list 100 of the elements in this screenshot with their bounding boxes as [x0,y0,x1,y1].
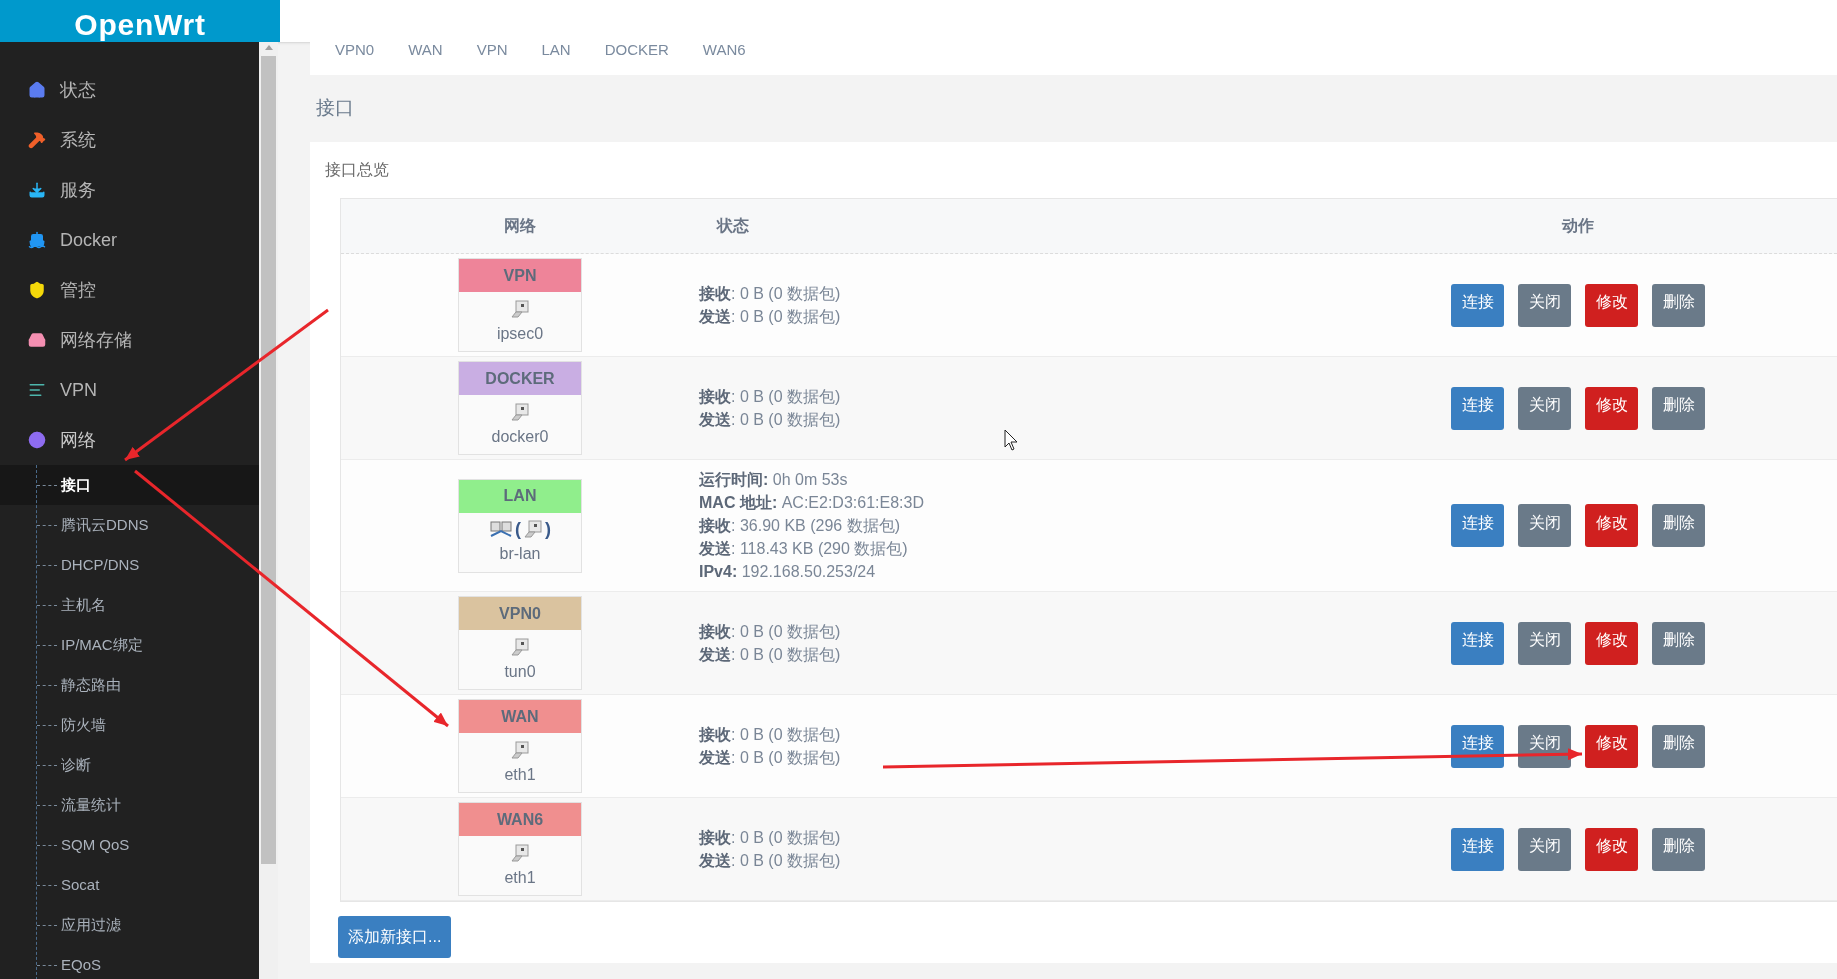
action-button[interactable]: 修改 [1585,386,1638,430]
status-line: 发送: 0 B (0 数据包) [699,748,841,768]
add-interface-button[interactable]: 添加新接口... [338,916,452,958]
tab[interactable]: DOCKER [604,42,669,58]
status-line: IPv4: 192.168.50.253/24 [699,562,876,582]
action-button[interactable]: 删除 [1652,724,1705,768]
action-button[interactable]: 关闭 [1518,827,1571,871]
shield-icon [28,281,46,299]
action-button[interactable]: 连接 [1451,504,1504,547]
sidebar-item[interactable]: 服务 [0,165,259,215]
action-button[interactable]: 修改 [1585,283,1638,327]
tab[interactable]: WAN6 [702,42,746,58]
download-icon [28,181,46,199]
scroll-up-icon[interactable] [263,44,274,50]
status-line: 接收: 0 B (0 数据包) [699,284,841,304]
bracket: ( [515,517,521,541]
list-icon [28,381,46,399]
action-button[interactable]: 删除 [1652,283,1705,327]
sidebar-subitem[interactable]: Socat [0,865,259,905]
sidebar-subitem[interactable]: 应用过滤 [0,905,259,945]
status-line: 接收: 0 B (0 数据包) [699,725,841,745]
column-header: 动作 [1562,216,1594,236]
action-button[interactable]: 关闭 [1518,386,1571,430]
status-line: MAC 地址: AC:E2:D3:61:E8:3D [699,493,924,513]
sidebar-subitem[interactable]: 流量统计 [0,785,259,825]
sidebar-subitem[interactable]: 诊断 [0,745,259,785]
action-button[interactable]: 删除 [1652,621,1705,665]
card-title: 接口总览 [325,160,389,180]
bracket: ) [545,517,551,541]
cursor-icon [1004,429,1018,451]
sidebar-item[interactable]: 网络存储 [0,315,259,365]
sidebar-subitem[interactable]: 主机名 [0,585,259,625]
sidebar-subitem[interactable]: DHCP/DNS [0,545,259,585]
tab[interactable]: LAN [541,42,571,58]
sidebar-subitem[interactable]: EQoS [0,945,259,979]
device-name: tun0 [504,661,536,682]
interface-label: WAN [459,700,581,733]
hammer-icon [28,131,46,149]
sidebar-subitem[interactable]: 接口 [0,465,259,505]
action-button[interactable]: 关闭 [1518,621,1571,665]
sidebar-subitem[interactable]: 腾讯云DDNS [0,505,259,545]
home-icon [28,81,46,99]
action-button[interactable]: 连接 [1451,283,1504,327]
sidebar-item[interactable]: VPN [0,365,259,415]
tab[interactable]: VPN0 [335,42,375,58]
sidebar-item[interactable]: 系统 [0,115,259,165]
sidebar-subitem[interactable]: 静态路由 [0,665,259,705]
scrollbar-thumb[interactable] [261,56,276,864]
action-button[interactable]: 连接 [1451,724,1504,768]
ship-icon [28,231,46,249]
interface-label: LAN [459,479,581,513]
tab[interactable]: WAN [408,42,443,58]
action-button[interactable]: 修改 [1585,724,1638,768]
sidebar-subitem[interactable]: IP/MAC绑定 [0,625,259,665]
tab[interactable]: VPN [476,42,508,58]
network-port-icon [510,739,530,760]
action-button[interactable]: 修改 [1585,621,1638,665]
sidebar-item[interactable]: 管控 [0,265,259,315]
action-button[interactable]: 连接 [1451,827,1504,871]
bridge-icon [489,519,513,539]
section-title: 接口 [316,96,354,121]
action-button[interactable]: 关闭 [1518,504,1571,547]
status-line: 接收: 0 B (0 数据包) [699,622,841,642]
column-header: 状态 [717,217,749,234]
sidebar-item[interactable]: 状态 [0,65,259,115]
sidebar-item[interactable]: Docker [0,215,259,265]
device-name: eth1 [504,764,536,785]
status-line: 发送: 0 B (0 数据包) [699,645,841,665]
interface-label: VPN [459,259,581,292]
network-port-icon [510,636,530,657]
column-header: 网络 [504,216,536,236]
sidebar-subitem[interactable]: SQM QoS [0,825,259,865]
interface-label: WAN6 [459,803,581,836]
action-button[interactable]: 修改 [1585,504,1638,547]
action-button[interactable]: 删除 [1652,386,1705,430]
status-line: 发送: 118.43 KB (290 数据包) [699,539,908,559]
device-name: docker0 [491,426,549,447]
status-line: 运行时间: 0h 0m 53s [699,470,848,490]
device-name: br-lan [499,544,541,564]
action-button[interactable]: 连接 [1451,386,1504,430]
status-line: 接收: 36.90 KB (296 数据包) [699,516,900,536]
action-button[interactable]: 连接 [1451,621,1504,665]
sidebar-subitem[interactable]: 防火墙 [0,705,259,745]
logo[interactable]: OpenWrt [74,8,206,42]
interface-label: DOCKER [459,362,581,395]
status-line: 发送: 0 B (0 数据包) [699,307,841,327]
action-button[interactable]: 关闭 [1518,283,1571,327]
action-button[interactable]: 修改 [1585,827,1638,871]
device-name: eth1 [504,867,536,888]
action-button[interactable]: 删除 [1652,504,1705,547]
action-button[interactable]: 关闭 [1518,724,1571,768]
drive-icon [28,331,46,349]
status-line: 接收: 0 B (0 数据包) [699,828,841,848]
network-port-icon [510,401,530,422]
sidebar-item[interactable]: 网络 [0,415,259,465]
network-port-icon [523,519,543,539]
status-line: 发送: 0 B (0 数据包) [699,851,841,871]
interface-label: VPN0 [459,597,581,630]
network-port-icon [510,298,530,319]
action-button[interactable]: 删除 [1652,827,1705,871]
